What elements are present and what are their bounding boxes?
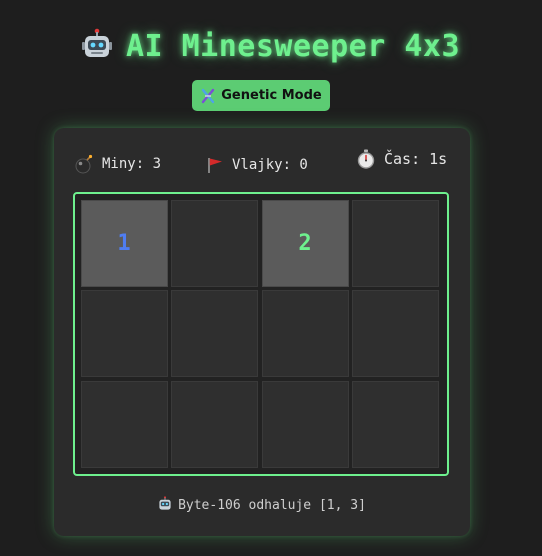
board-cell-0-1[interactable] — [171, 199, 258, 287]
genetic-mode-label: Genetic Mode — [221, 88, 322, 103]
board-cell-0-2[interactable]: 2 — [261, 199, 349, 287]
board-cell-1-2[interactable] — [261, 290, 349, 377]
time-label: Čas: 1s — [384, 150, 448, 168]
status-message: Byte-106 odhaluje [1, 3] — [54, 496, 470, 513]
board-cell-2-2[interactable] — [261, 380, 349, 468]
dna-icon — [202, 88, 215, 103]
board-cell-2-3[interactable] — [352, 380, 439, 468]
game-panel: Miny: 3 Vlajky: 0 Čas: 1s 12 Byte-106 od… — [54, 128, 470, 536]
board-cell-0-3[interactable] — [352, 199, 439, 287]
board-cell-2-1[interactable] — [171, 380, 258, 468]
robot-icon — [159, 496, 171, 510]
robot-icon — [81, 28, 112, 57]
board-cell-2-0[interactable] — [80, 380, 168, 468]
status-text: Byte-106 odhaluje [1, 3] — [178, 498, 366, 513]
board-cell-1-3[interactable] — [352, 290, 439, 377]
bomb-icon — [75, 154, 93, 174]
game-board: 12 — [73, 192, 449, 476]
board-cell-1-1[interactable] — [171, 290, 258, 377]
page: AI Minesweeper 4x3 Genetic Mode Miny: 3 — [0, 0, 542, 556]
board-cell-0-0[interactable]: 1 — [80, 199, 168, 287]
flag-icon — [208, 158, 222, 173]
time-counter: Čas: 1s — [356, 149, 447, 169]
stopwatch-icon — [357, 149, 375, 169]
flags-counter: Vlajky: 0 — [206, 156, 308, 174]
flags-label: Vlajky: 0 — [232, 157, 308, 173]
mines-counter: Miny: 3 — [74, 154, 161, 174]
genetic-mode-button[interactable]: Genetic Mode — [192, 80, 330, 111]
title-text: AI Minesweeper 4x3 — [125, 29, 461, 64]
board-cell-1-0[interactable] — [80, 290, 168, 377]
game-title: AI Minesweeper 4x3 — [0, 28, 542, 64]
mines-label: Miny: 3 — [102, 156, 162, 172]
